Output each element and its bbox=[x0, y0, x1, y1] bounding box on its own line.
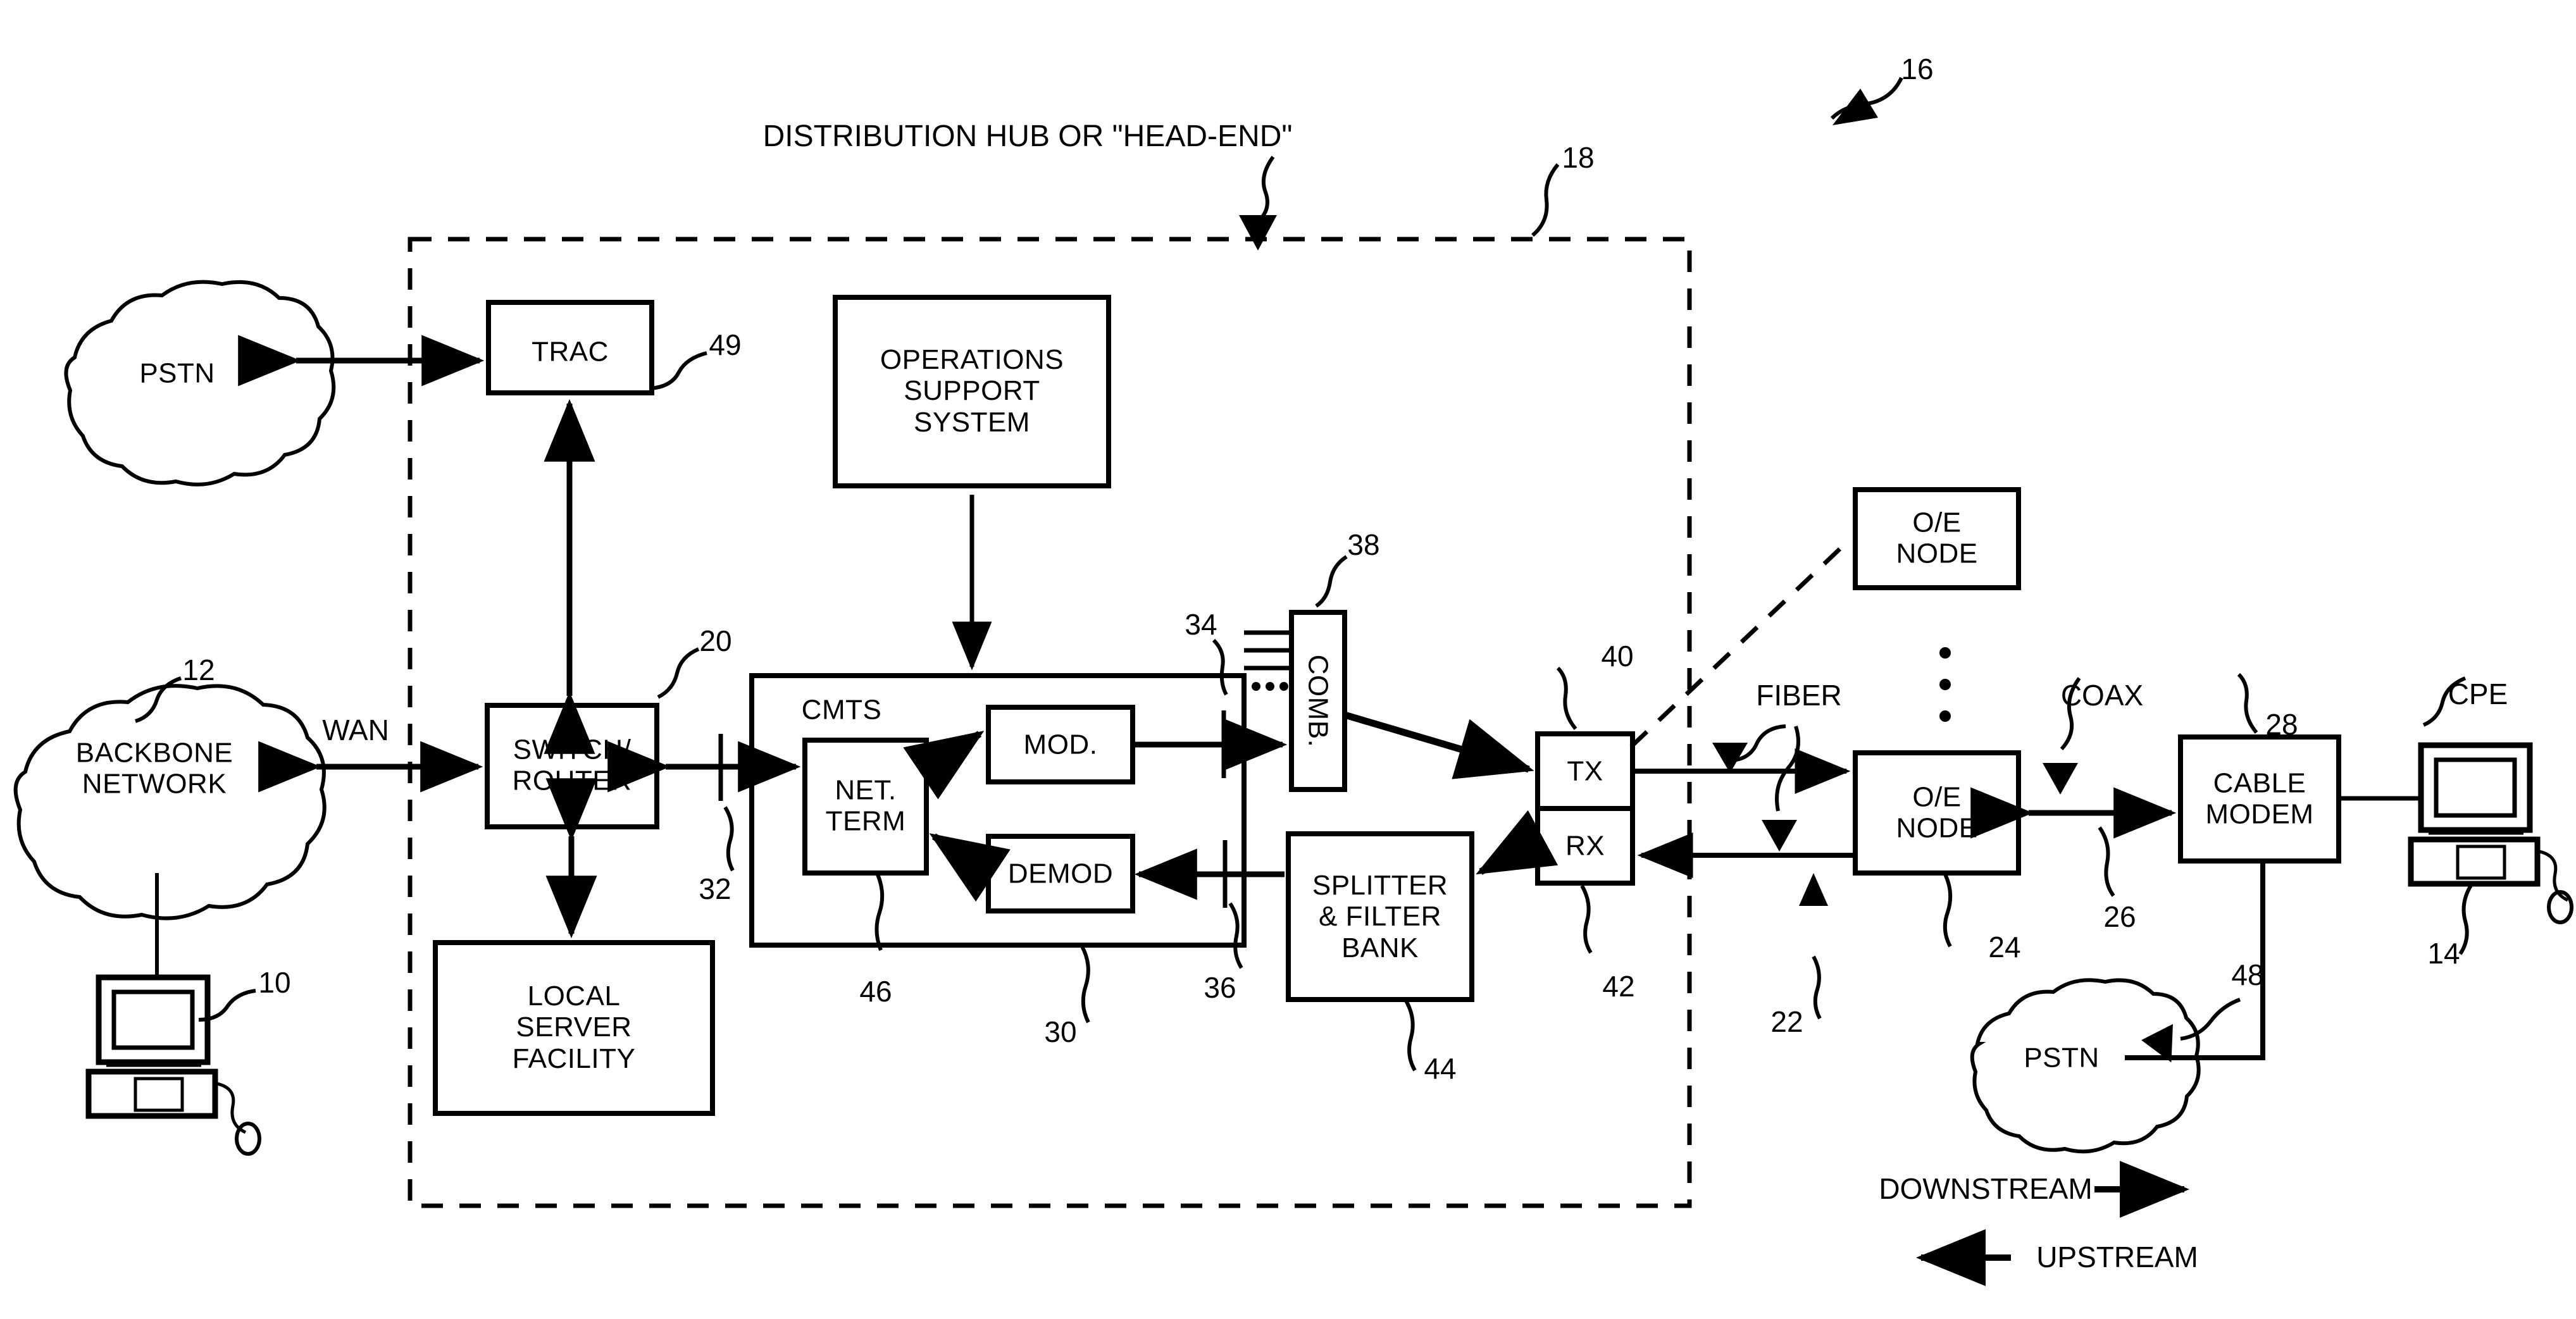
ref-12: 12 bbox=[182, 653, 215, 687]
leader-32 bbox=[723, 806, 735, 872]
leader-44 bbox=[1404, 1000, 1417, 1072]
backbone-cloud bbox=[13, 684, 327, 920]
legend-downstream-label: DOWNSTREAM bbox=[1879, 1172, 2093, 1206]
ref-30: 30 bbox=[1044, 1015, 1077, 1049]
comb-ellipsis-dot-1 bbox=[1252, 682, 1260, 691]
ref-14: 14 bbox=[2427, 937, 2460, 970]
leader-30 bbox=[1080, 945, 1090, 1024]
title-arrow-stem bbox=[1255, 156, 1275, 225]
oe-ellipsis-dot-3 bbox=[1939, 710, 1951, 722]
tx-label: TX bbox=[1567, 755, 1603, 787]
mod-label: MOD. bbox=[1023, 729, 1098, 760]
comb-ellipsis-dot-3 bbox=[1279, 682, 1288, 691]
netterm-mod-link bbox=[903, 731, 985, 800]
coax-label: COAX bbox=[2060, 679, 2144, 712]
leader-49 bbox=[649, 351, 707, 390]
cpe-label: CPE bbox=[2448, 678, 2508, 711]
leader-coax-arrow bbox=[2043, 763, 2078, 795]
leader-18 bbox=[1531, 163, 1560, 237]
ref-26: 26 bbox=[2103, 900, 2136, 934]
oss-label: OPERATIONS SUPPORT SYSTEM bbox=[880, 344, 1064, 438]
leader-14 bbox=[2458, 883, 2473, 955]
leader-fiber-up-arrow bbox=[1762, 820, 1797, 851]
title-arrow-head bbox=[1239, 215, 1277, 251]
pstn-bottom-label: PSTN bbox=[2024, 1042, 2100, 1074]
leader-20 bbox=[657, 647, 700, 699]
cpe-terminal-14-icon bbox=[2408, 742, 2573, 924]
net-term-label: NET. TERM bbox=[825, 774, 906, 837]
demod-label: DEMOD bbox=[1007, 858, 1114, 889]
backbone-network-label: BACKBONE NETWORK bbox=[75, 737, 233, 800]
ref-40: 40 bbox=[1601, 640, 1634, 673]
leader-48-arrow bbox=[2141, 1024, 2173, 1063]
oe-node-top-label: O/E NODE bbox=[1896, 507, 1978, 569]
ref-42: 42 bbox=[1602, 970, 1635, 1003]
ref-38: 38 bbox=[1347, 528, 1380, 562]
cmts-label: CMTS bbox=[801, 694, 882, 726]
diagram-canvas bbox=[13, 77, 2573, 1286]
ref-32: 32 bbox=[699, 872, 731, 906]
terminal-10-icon bbox=[85, 974, 261, 1156]
local-server-label: LOCAL SERVER FACILITY bbox=[512, 981, 636, 1074]
ref-48: 48 bbox=[2231, 958, 2264, 992]
ref-28: 28 bbox=[2265, 708, 2298, 741]
ref-10: 10 bbox=[258, 966, 291, 1000]
leader-38 bbox=[1315, 555, 1348, 608]
leader-36 bbox=[1228, 902, 1243, 969]
fiber-label: FIBER bbox=[1756, 679, 1842, 712]
ref-49: 49 bbox=[709, 328, 742, 362]
switch-router-label: SWiTCH/ ROUTER bbox=[512, 734, 632, 796]
leader-34 bbox=[1212, 638, 1228, 696]
oe-node-main-label: O/E NODE bbox=[1896, 781, 1978, 844]
trac-label: TRAC bbox=[532, 336, 609, 368]
ref-36: 36 bbox=[1204, 971, 1236, 1005]
leader-22 bbox=[1812, 955, 1822, 1020]
leader-46 bbox=[874, 872, 885, 951]
rx-label: RX bbox=[1565, 830, 1605, 862]
ref-18: 18 bbox=[1562, 141, 1595, 175]
oe-ellipsis-dot-2 bbox=[1939, 679, 1951, 690]
leader-16-arrow bbox=[1832, 89, 1878, 125]
ref-46: 46 bbox=[859, 975, 892, 1008]
leader-24 bbox=[1943, 873, 1953, 948]
oe-node-top-dashed-link bbox=[1629, 540, 1850, 748]
leader-42 bbox=[1580, 884, 1593, 954]
patent-figure: DISTRIBUTION HUB OR "HEAD-END" PSTN BACK… bbox=[0, 0, 2576, 1319]
figure-title: DISTRIBUTION HUB OR "HEAD-END" bbox=[762, 120, 1293, 154]
leader-26 bbox=[2098, 826, 2115, 897]
rx-splitter-link bbox=[1476, 810, 1559, 875]
comb-ellipsis-dot-2 bbox=[1266, 682, 1274, 691]
cable-modem-label: CABLE MODEM bbox=[2205, 767, 2314, 830]
comb-label: COMB. bbox=[1302, 654, 1334, 748]
pstn-top-label: PSTN bbox=[139, 357, 215, 389]
splitter-filter-label: SPLITTER & FILTER BANK bbox=[1312, 870, 1448, 963]
ref-22: 22 bbox=[1770, 1005, 1803, 1039]
leader-22-arrow bbox=[1799, 873, 1828, 906]
demod-netterm-link bbox=[929, 833, 1011, 902]
wan-label: WAN bbox=[322, 714, 389, 747]
ref-44: 44 bbox=[1424, 1052, 1457, 1086]
ref-16: 16 bbox=[1901, 53, 1934, 86]
leader-28 bbox=[2237, 672, 2258, 734]
leader-40 bbox=[1556, 666, 1577, 730]
legend-upstream-label: UPSTREAM bbox=[2036, 1241, 2198, 1274]
comb-tx-link bbox=[1343, 711, 1534, 779]
oe-ellipsis-dot-1 bbox=[1939, 647, 1951, 659]
ref-24: 24 bbox=[1988, 931, 2021, 964]
ref-34: 34 bbox=[1185, 608, 1217, 641]
ref-20: 20 bbox=[699, 624, 732, 658]
